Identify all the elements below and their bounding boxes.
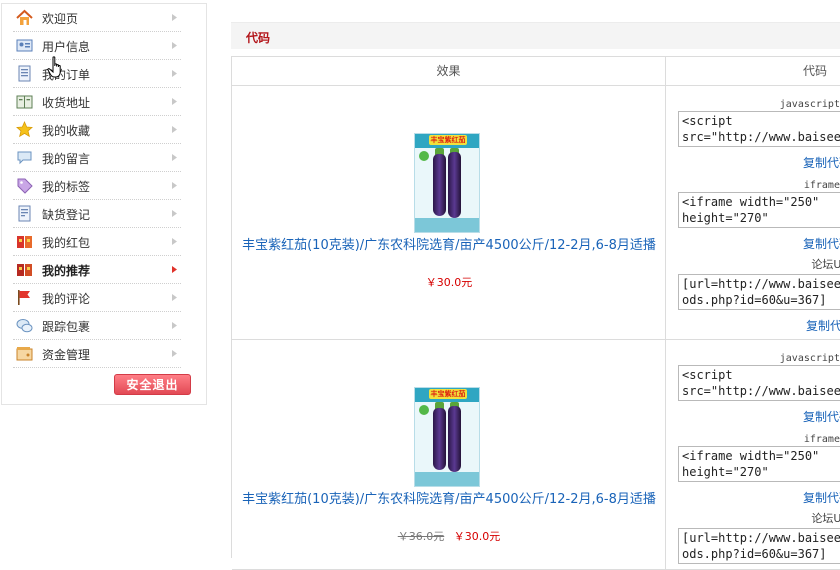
current-price: ￥30.0元 — [425, 276, 473, 289]
tracking-icon — [16, 319, 33, 333]
code-cell: javascript 格式 <script src="http://www.ba… — [666, 86, 840, 339]
chevron-right-icon — [172, 322, 177, 329]
sidebar-item-user-info[interactable]: 用户信息 — [13, 32, 181, 60]
order-list-icon — [18, 65, 31, 82]
format-label: javascript 格式 — [779, 99, 840, 110]
sidebar-item-red-packet[interactable]: 我的红包 — [13, 228, 181, 256]
copy-code-link[interactable]: 复制代码 — [803, 408, 840, 425]
chevron-right-icon — [172, 210, 177, 217]
sidebar-item-stockout[interactable]: 缺货登记 — [13, 200, 181, 228]
sidebar-item-address[interactable]: 收货地址 — [13, 88, 181, 116]
table-row: 丰宝紫红茄 丰宝紫红茄(10克装)/广东农科院选育/亩产4500公斤/12-2月… — [232, 340, 840, 570]
chevron-right-icon — [172, 350, 177, 357]
sidebar-item-funds[interactable]: 资金管理 — [13, 340, 181, 368]
hand-pointer-icon — [47, 56, 61, 78]
sidebar-item-label: 收货地址 — [42, 96, 91, 110]
sidebar-item-messages[interactable]: 我的留言 — [13, 144, 181, 172]
format-label: iframe 格式 — [803, 434, 840, 445]
chevron-right-icon — [172, 42, 177, 49]
sidebar-item-label: 我的红包 — [42, 236, 91, 250]
table-row: 丰宝紫红茄 丰宝紫红茄(10克装)/广东农科院选育/亩产4500公斤/12-2月… — [232, 86, 840, 340]
sidebar-item-label: 我的收藏 — [42, 124, 91, 138]
chevron-right-icon — [172, 98, 177, 105]
speech-bubble-icon — [17, 151, 32, 165]
sidebar-item-label: 资金管理 — [42, 348, 91, 362]
sidebar-item-label: 跟踪包裹 — [42, 320, 91, 334]
user-center-sidebar: 欢迎页 用户信息 我的订单 收货地址 我的收藏 我的留言 我的标签 缺货登记 我… — [1, 3, 207, 405]
sidebar-item-label: 用户信息 — [42, 40, 91, 54]
effect-cell: 丰宝紫红茄 丰宝紫红茄(10克装)/广东农科院选育/亩产4500公斤/12-2月… — [232, 86, 666, 339]
sidebar-item-tags[interactable]: 我的标签 — [13, 172, 181, 200]
product-image[interactable]: 丰宝紫红茄 — [414, 387, 480, 487]
user-menu: 欢迎页 用户信息 我的订单 收货地址 我的收藏 我的留言 我的标签 缺货登记 我… — [2, 4, 206, 368]
sidebar-item-label: 我的评论 — [42, 292, 91, 306]
copy-code-link[interactable]: 复制代码 — [803, 235, 840, 252]
package-label: 丰宝紫红茄 — [429, 135, 467, 145]
column-header-effect: 效果 — [232, 57, 666, 86]
code-cell: javascript 格式 <script src="http://www.ba… — [666, 340, 840, 569]
recommend-icon — [17, 264, 32, 276]
red-packet-icon — [17, 236, 32, 248]
copy-code-link[interactable]: 复制代码 — [803, 154, 840, 171]
chevron-right-icon — [172, 266, 177, 273]
flag-icon — [18, 290, 30, 305]
code-textarea[interactable]: <iframe width="250" height="270" — [678, 446, 840, 482]
format-label: javascript 格式 — [779, 353, 840, 364]
chevron-right-icon — [172, 294, 177, 301]
logout-button[interactable]: 安全退出 — [114, 374, 191, 395]
chevron-right-icon — [172, 154, 177, 161]
address-book-icon — [16, 95, 33, 109]
sidebar-item-welcome[interactable]: 欢迎页 — [13, 4, 181, 32]
chevron-right-icon — [172, 14, 177, 21]
effect-cell: 丰宝紫红茄 丰宝紫红茄(10克装)/广东农科院选育/亩产4500公斤/12-2月… — [232, 340, 666, 569]
chevron-right-icon — [172, 70, 177, 77]
sidebar-item-orders[interactable]: 我的订单 — [13, 60, 181, 88]
code-textarea[interactable]: <script src="http://www.baiseed — [678, 365, 840, 401]
user-card-icon — [16, 39, 33, 52]
copy-code-link[interactable]: 复制代码 — [803, 489, 840, 506]
panel-header: 代码 — [231, 22, 840, 49]
chevron-right-icon — [172, 238, 177, 245]
panel-title: 代码 — [246, 31, 271, 45]
sidebar-item-favorites[interactable]: 我的收藏 — [13, 116, 181, 144]
recommend-table: 效果 代码 丰宝紫红茄 丰宝紫红茄(10克装)/广东农科院选育/亩产4500公斤… — [231, 56, 840, 570]
product-image[interactable]: 丰宝紫红茄 — [414, 133, 480, 233]
product-name-link[interactable]: 丰宝紫红茄(10克装)/广东农科院选育/亩产4500公斤/12-2月,6-8月适… — [240, 491, 658, 509]
current-price: ￥30.0元 — [453, 530, 501, 543]
sidebar-item-label: 缺货登记 — [42, 208, 91, 222]
sidebar-item-label: 我的留言 — [42, 152, 91, 166]
sidebar-item-tracking[interactable]: 跟踪包裹 — [13, 312, 181, 340]
product-name-link[interactable]: 丰宝紫红茄(10克装)/广东农科院选育/亩产4500公斤/12-2月,6-8月适… — [240, 237, 658, 255]
column-header-code: 代码 — [666, 57, 840, 86]
eggplant-picture — [433, 408, 446, 470]
chevron-right-icon — [172, 182, 177, 189]
chevron-right-icon — [172, 126, 177, 133]
tag-icon — [17, 178, 33, 194]
format-label: iframe 格式 — [803, 180, 840, 191]
sidebar-item-label: 我的推荐 — [42, 264, 91, 278]
format-label: 论坛UBB 格式 — [811, 258, 840, 271]
format-label: 论坛UBB 格式 — [811, 512, 840, 525]
sidebar-item-label: 欢迎页 — [42, 12, 79, 26]
eggplant-picture — [433, 154, 446, 216]
star-icon — [16, 121, 33, 138]
price-line: ￥36.0元 ￥30.0元 — [232, 528, 666, 544]
home-icon — [16, 9, 33, 25]
sidebar-item-recommend[interactable]: 我的推荐 — [13, 256, 181, 284]
sidebar-item-comments[interactable]: 我的评论 — [13, 284, 181, 312]
original-price: ￥36.0元 — [397, 530, 445, 543]
copy-code-link[interactable]: 复制代码 — [806, 317, 840, 334]
code-textarea[interactable]: <iframe width="250" height="270" — [678, 192, 840, 228]
sidebar-item-label: 我的标签 — [42, 180, 91, 194]
code-textarea[interactable]: [url=http://www.baiseed ods.php?id=60&u=… — [678, 528, 840, 564]
register-list-icon — [18, 205, 31, 222]
code-textarea[interactable]: [url=http://www.baiseed ods.php?id=60&u=… — [678, 274, 840, 310]
price-line: ￥30.0元 — [232, 274, 666, 290]
code-textarea[interactable]: <script src="http://www.baiseed — [678, 111, 840, 147]
wallet-icon — [16, 347, 33, 361]
package-label: 丰宝紫红茄 — [429, 389, 467, 399]
